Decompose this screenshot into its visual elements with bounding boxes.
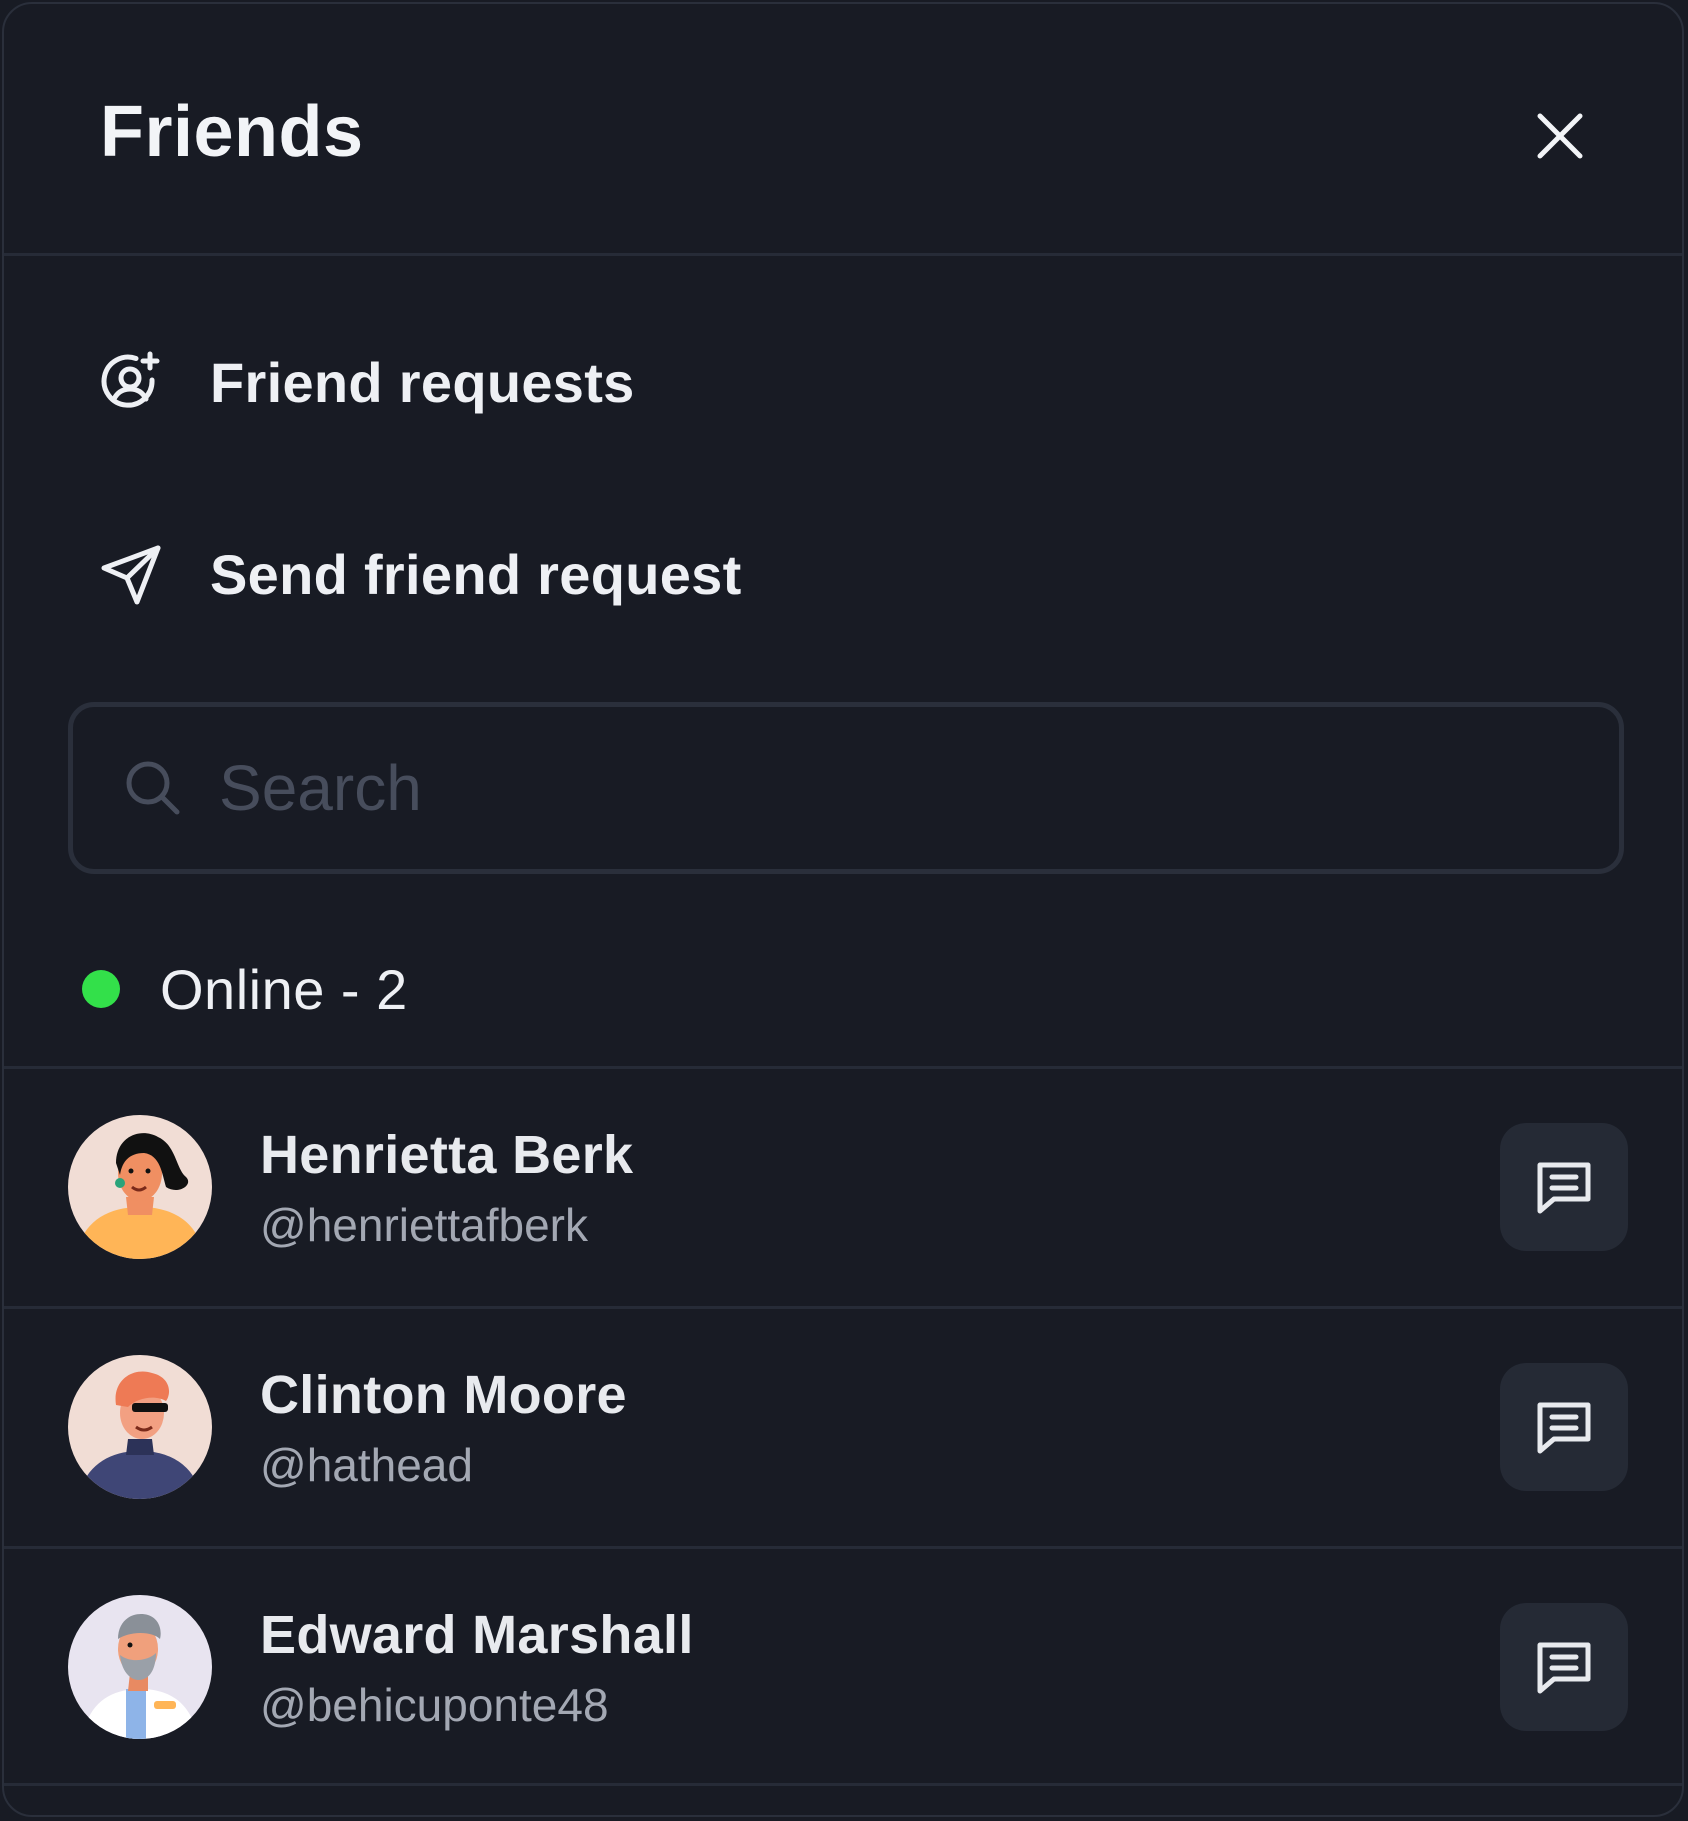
menu-item-friend-requests[interactable]: Friend requests	[100, 332, 1600, 432]
online-count-label: Online - 2	[160, 957, 408, 1021]
message-icon	[1537, 1402, 1591, 1454]
friend-handle: @henriettafberk	[260, 1199, 588, 1251]
search-field[interactable]	[68, 702, 1624, 874]
friend-name: Edward Marshall	[260, 1605, 694, 1665]
message-icon	[1537, 1162, 1591, 1214]
online-section-header: Online - 2	[82, 954, 408, 1024]
menu-item-label: Send friend request	[210, 542, 742, 606]
message-icon	[1537, 1642, 1591, 1694]
menu-item-label: Friend requests	[210, 350, 635, 414]
friend-list: Henrietta Berk @henriettafberk Clinton M…	[4, 1066, 1682, 1786]
send-icon	[100, 542, 164, 606]
friend-row-edward[interactable]: Edward Marshall @behicuponte48	[4, 1546, 1682, 1786]
friend-name: Henrietta Berk	[260, 1125, 634, 1185]
close-icon	[1537, 113, 1583, 159]
avatar	[68, 1355, 212, 1499]
search-icon	[121, 756, 185, 820]
friend-handle: @behicuponte48	[260, 1679, 609, 1731]
message-button[interactable]	[1500, 1603, 1628, 1731]
panel-header: Friends	[4, 4, 1682, 256]
user-plus-icon	[100, 350, 164, 414]
avatar	[68, 1595, 212, 1739]
friend-row-clinton[interactable]: Clinton Moore @hathead	[4, 1306, 1682, 1546]
message-button[interactable]	[1500, 1363, 1628, 1491]
message-button[interactable]	[1500, 1123, 1628, 1251]
avatar	[68, 1115, 212, 1259]
close-button[interactable]	[1524, 100, 1596, 172]
friend-row-henrietta[interactable]: Henrietta Berk @henriettafberk	[4, 1066, 1682, 1306]
menu-item-send-friend-request[interactable]: Send friend request	[100, 524, 1600, 624]
search-input[interactable]	[219, 738, 1519, 838]
friend-name: Clinton Moore	[260, 1365, 627, 1425]
panel-title: Friends	[100, 92, 364, 172]
online-status-dot	[82, 970, 120, 1008]
friend-handle: @hathead	[260, 1439, 473, 1491]
friends-panel: Friends Friend requests Send friend requ…	[2, 2, 1684, 1817]
